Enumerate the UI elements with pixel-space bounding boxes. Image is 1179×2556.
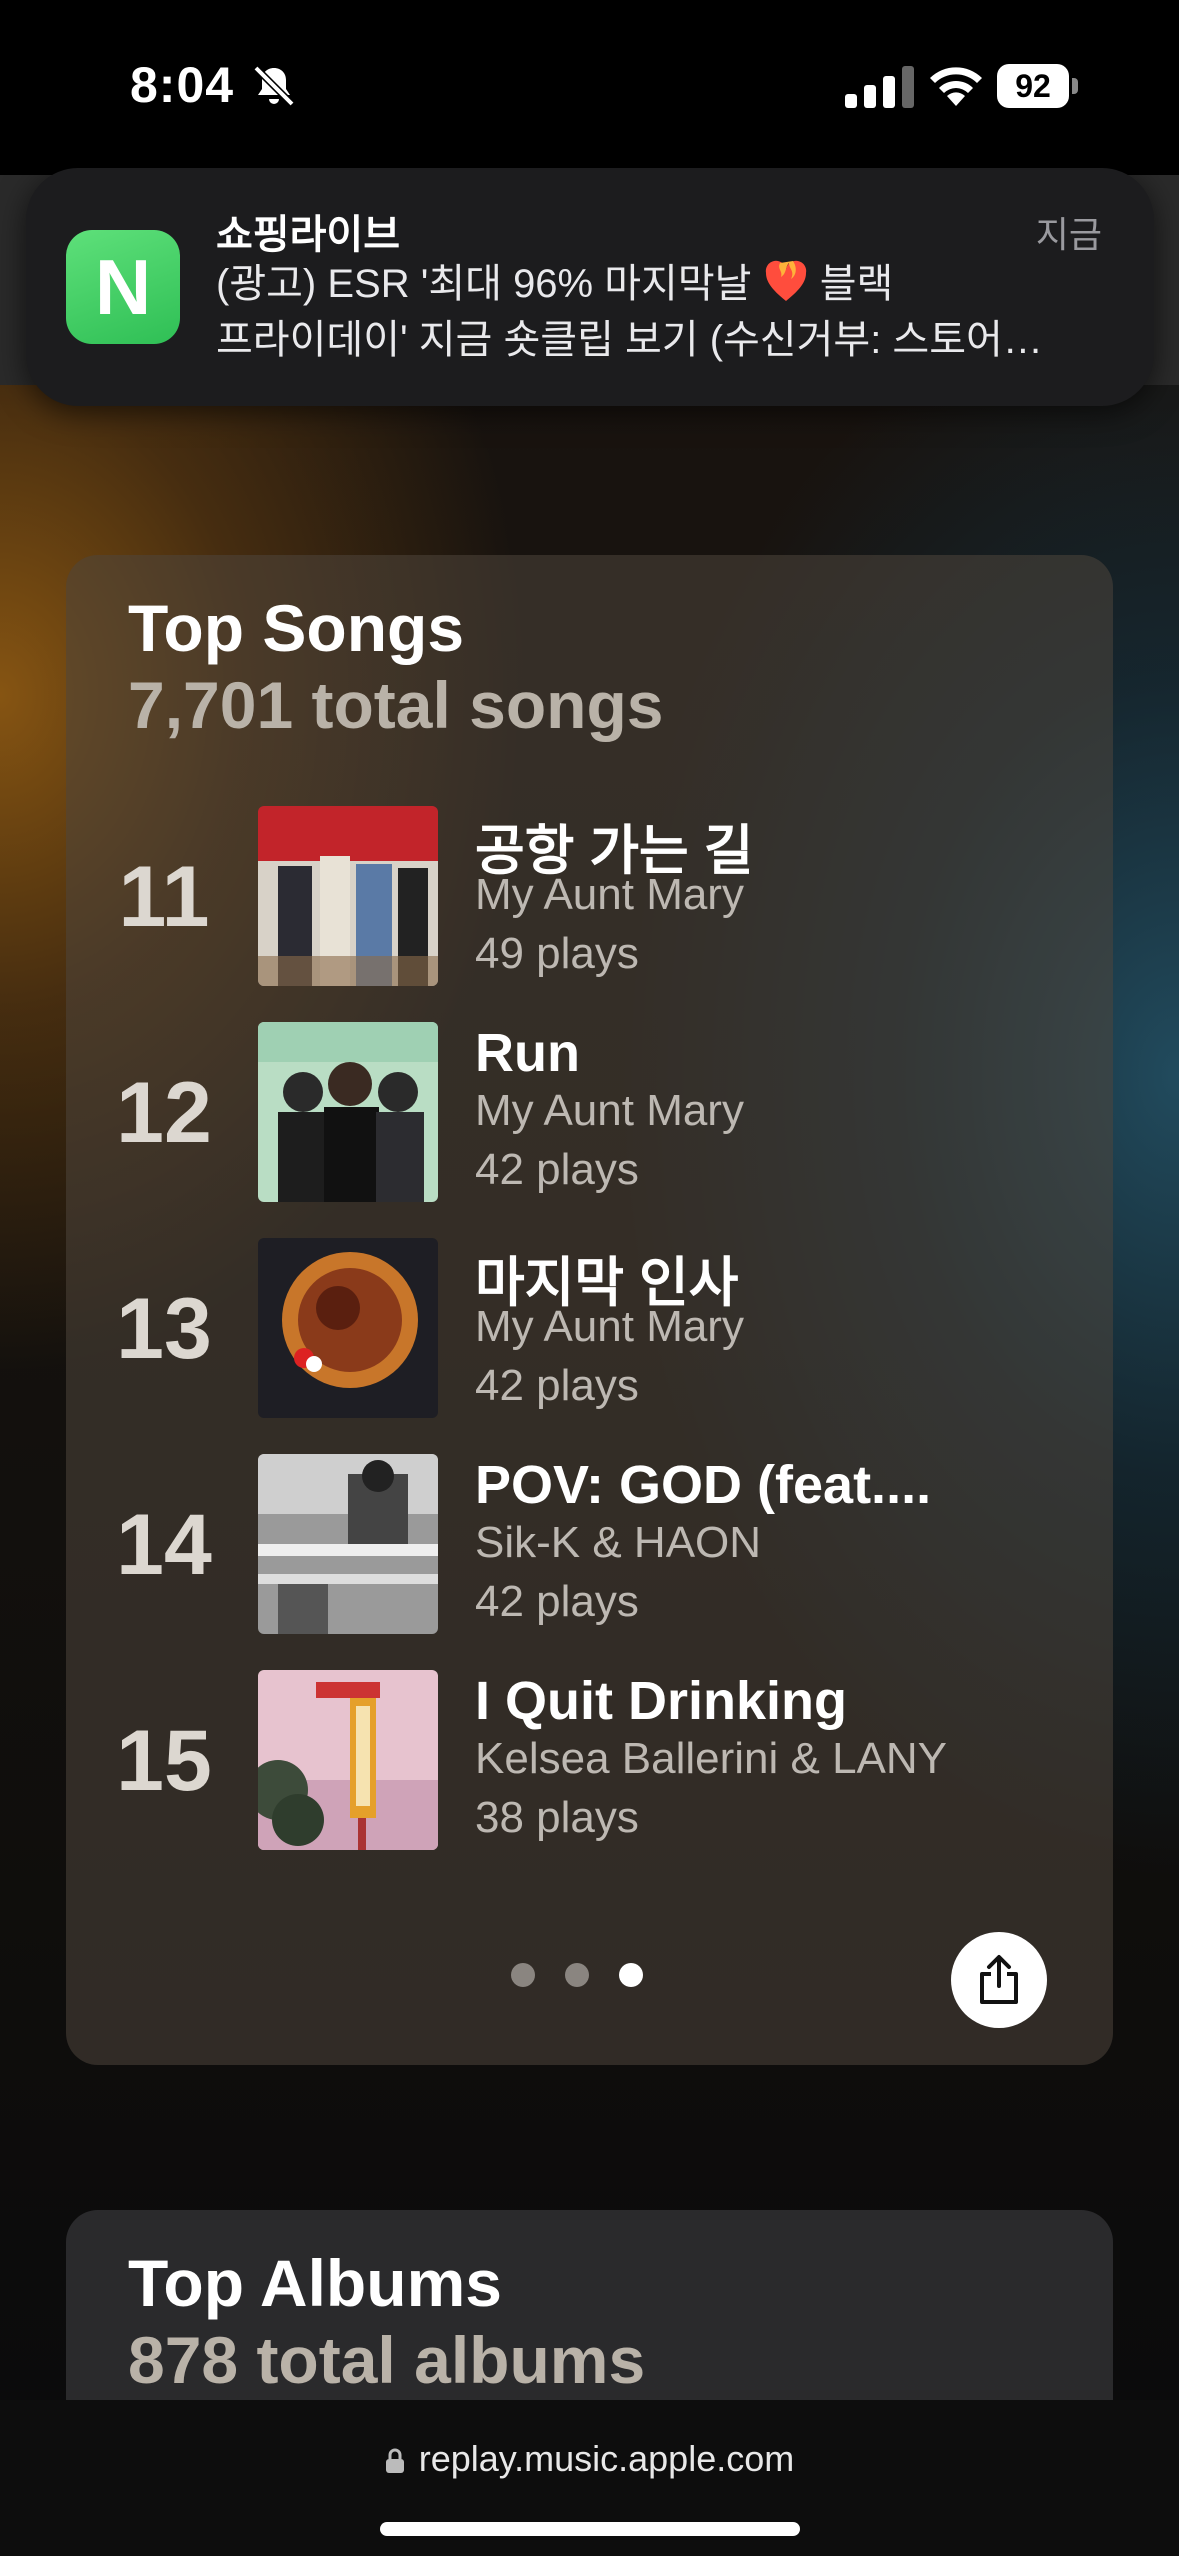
burning-heart-emoji-icon — [765, 260, 806, 301]
notification-app-name: 쇼핑라이브 — [216, 213, 400, 257]
song-rank: 12 — [116, 1065, 212, 1161]
top-songs-card: Top Songs 7,701 total songs 11 공항 가는 길 M… — [66, 555, 1113, 2065]
song-plays: 38 plays — [475, 1793, 639, 1842]
song-row[interactable]: 13 마지막 인사 My Aunt Mary 42 plays — [66, 1238, 1113, 1418]
song-artist: Kelsea Ballerini & LANY — [475, 1734, 948, 1783]
battery-indicator: 92 — [997, 64, 1079, 108]
top-albums-subtitle: 878 total albums — [128, 2323, 646, 2397]
page-indicator[interactable] — [511, 1963, 673, 1992]
song-artist: Sik-K & HAON — [475, 1518, 762, 1567]
top-songs-title: Top Songs — [128, 591, 465, 665]
song-rank: 11 — [118, 849, 210, 945]
status-bar: 8:04 92 — [0, 0, 1179, 175]
song-row[interactable]: 12 Run My Aunt Mary 42 plays — [66, 1022, 1113, 1202]
status-time: 8:04 — [130, 57, 235, 113]
page-dot[interactable] — [565, 1963, 589, 1987]
album-art-orange-sun — [258, 1238, 438, 1418]
cellular-signal-icon — [845, 66, 914, 108]
album-art-bw-photo — [258, 1454, 438, 1634]
song-row[interactable]: 14 POV: GOD (feat.... Sik-K & HAON 42 pl… — [66, 1454, 1113, 1634]
song-row[interactable]: 11 공항 가는 길 My Aunt Mary 49 plays — [66, 806, 1113, 986]
bell-off-icon — [253, 65, 295, 107]
song-rank: 14 — [116, 1497, 212, 1593]
song-rank: 15 — [116, 1713, 212, 1809]
song-plays: 42 plays — [475, 1145, 639, 1194]
song-plays: 42 plays — [475, 1361, 639, 1410]
notification-line2: 프라이데이' 지금 숏클립 보기 (수신거부: 스토어… — [216, 318, 1043, 362]
song-title: POV: GOD (feat.... — [475, 1455, 932, 1515]
notification-line1-end: 블랙 — [819, 262, 894, 306]
top-albums-title: Top Albums — [128, 2246, 502, 2320]
song-title: Run — [475, 1023, 580, 1083]
notification-time: 지금 — [1035, 214, 1102, 255]
page-dot[interactable] — [511, 1963, 535, 1987]
song-plays: 42 plays — [475, 1577, 639, 1626]
album-art-red-crowd — [258, 806, 438, 986]
song-plays: 49 plays — [475, 929, 639, 978]
wifi-icon — [930, 67, 982, 106]
home-indicator[interactable] — [380, 2522, 800, 2536]
share-icon — [980, 1955, 1018, 2004]
album-art-liquor-sign — [258, 1670, 438, 1850]
song-rank: 13 — [116, 1281, 212, 1377]
notification-line1: (광고) ESR '최대 96% 마지막날 — [216, 262, 752, 306]
song-title: I Quit Drinking — [475, 1671, 847, 1731]
album-art-right-now — [258, 1022, 438, 1202]
url-display[interactable]: replay.music.apple.com — [0, 2438, 1179, 2480]
lock-icon — [385, 2448, 404, 2473]
notification-body: (광고) ESR '최대 96% 마지막날 블랙 프라이데이' 지금 숏클립 보… — [216, 256, 1116, 368]
browser-address-bar[interactable]: replay.music.apple.com — [0, 2400, 1179, 2556]
battery-level: 92 — [997, 64, 1069, 108]
top-songs-subtitle: 7,701 total songs — [128, 668, 664, 742]
page-dot-active[interactable] — [619, 1963, 643, 1987]
url-text: replay.music.apple.com — [418, 2438, 795, 2479]
song-artist: My Aunt Mary — [475, 1302, 744, 1351]
song-artist: My Aunt Mary — [475, 870, 744, 919]
song-row[interactable]: 15 I Quit Drinking Kelsea Ballerini & LA… — [66, 1670, 1113, 1850]
notification-banner[interactable]: N 쇼핑라이브 지금 (광고) ESR '최대 96% 마지막날 블랙 프라이데… — [26, 168, 1154, 406]
naver-app-icon: N — [66, 230, 180, 344]
share-button[interactable] — [951, 1932, 1047, 2028]
song-artist: My Aunt Mary — [475, 1086, 744, 1135]
